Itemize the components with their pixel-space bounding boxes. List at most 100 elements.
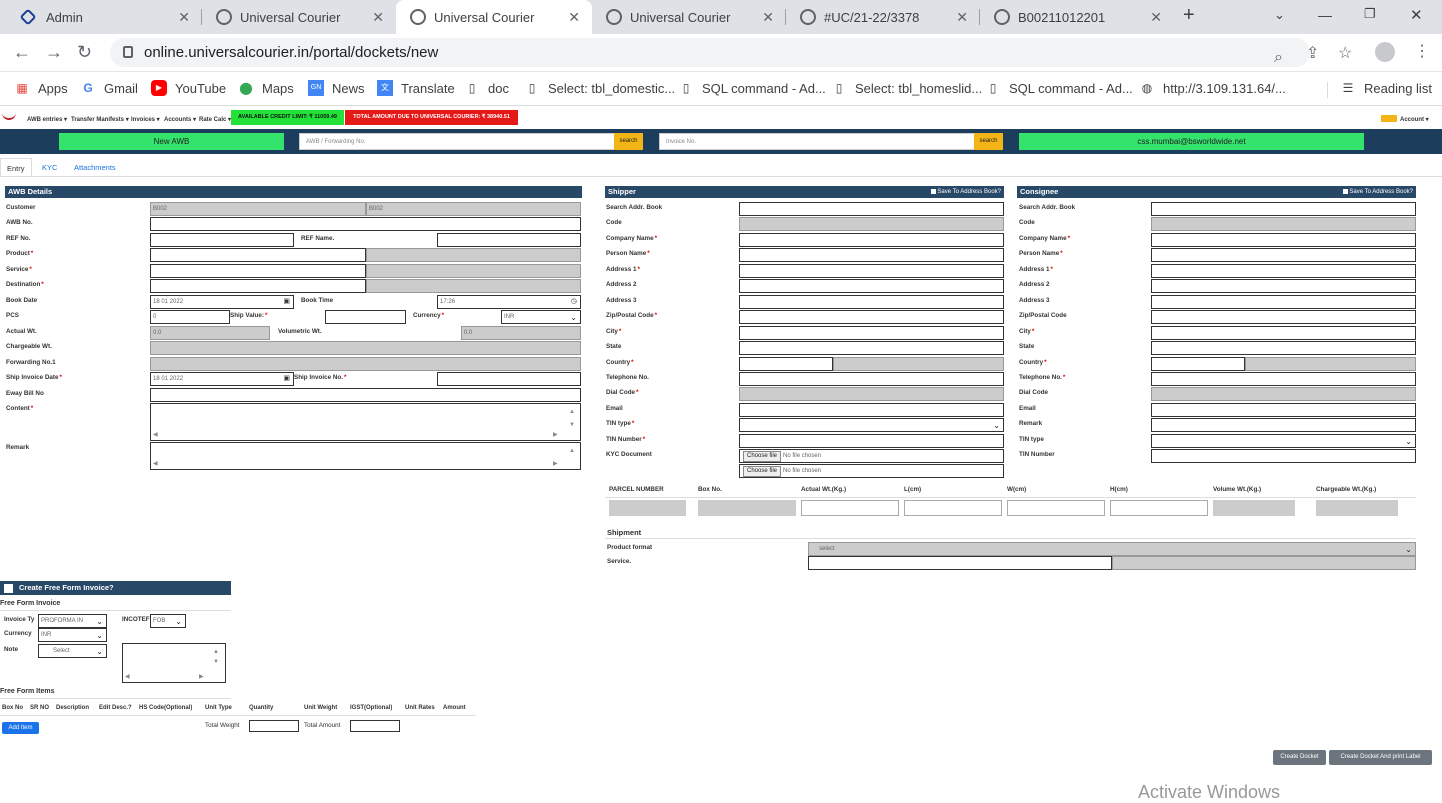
zoom-icon[interactable]: ⌕ <box>1274 43 1283 72</box>
create-docket-button[interactable]: Create Docket <box>1273 750 1326 765</box>
shipper-email-input[interactable] <box>739 402 1004 417</box>
close-icon[interactable]: ✕ <box>1150 9 1162 26</box>
parcel-actual-wt-kg-input[interactable] <box>801 500 899 516</box>
close-icon[interactable]: ✕ <box>956 9 968 26</box>
shipment-service-input[interactable] <box>808 556 1112 570</box>
ship-value-input[interactable] <box>325 310 406 324</box>
menu-accounts[interactable]: Accounts ▾ <box>164 116 196 123</box>
menu-invoices[interactable]: Invoices ▾ <box>131 116 160 123</box>
choose-file-button[interactable]: Choose file <box>743 451 782 463</box>
new-awb-button[interactable]: New AWB <box>59 133 284 150</box>
parcel-l-cm-input[interactable] <box>904 500 1002 516</box>
scroll-left-icon[interactable]: ◀ <box>153 458 158 469</box>
bookmark-news[interactable]: GN News <box>308 80 365 96</box>
bookmark-apps[interactable]: ▦ Apps <box>14 80 67 96</box>
invoice-currency-select[interactable]: INR ⌄ <box>38 628 107 642</box>
menu-awb-entries[interactable]: AWB entries ▾ <box>27 116 67 123</box>
eway-bill-input[interactable] <box>150 388 581 402</box>
note-select[interactable]: Select ⌄ <box>38 644 107 658</box>
consignee-address-2-input[interactable] <box>1151 279 1416 294</box>
calendar-icon[interactable]: ▣ <box>283 296 290 308</box>
awb-search-input[interactable]: AWB / Forwarding No. <box>299 133 615 150</box>
shipper-country-input[interactable] <box>739 356 833 371</box>
bookmark-ip-address[interactable]: ◍ http://3.109.131.64/... <box>1139 80 1286 96</box>
consignee-telephone-no-input[interactable] <box>1151 371 1416 386</box>
new-tab-button[interactable]: + <box>1183 4 1195 27</box>
back-arrow-icon[interactable]: ← <box>13 42 31 63</box>
invoice-search-button[interactable]: search <box>974 133 1003 150</box>
destination-input[interactable] <box>150 279 366 293</box>
tab-kyc[interactable]: KYC <box>36 158 63 177</box>
minimize-icon[interactable]: — <box>1318 7 1332 23</box>
currency-select[interactable]: INR ⌄ <box>501 310 581 324</box>
forward-arrow-icon[interactable]: → <box>45 42 63 63</box>
shipper-search-addr-book-input[interactable] <box>739 202 1004 216</box>
bookmark-select-homeslid[interactable]: ▯ Select: tbl_homeslid... <box>831 80 983 96</box>
bookmark-youtube[interactable]: ▶ YouTube <box>151 80 226 96</box>
close-icon[interactable]: ✕ <box>178 9 190 26</box>
consignee-state-input[interactable] <box>1151 341 1416 356</box>
browser-tab-universal-courier-3[interactable]: Universal Courier ✕ <box>592 0 786 34</box>
reading-list-button[interactable]: ☰ Reading list <box>1340 80 1432 96</box>
remark-textarea[interactable]: ◀ ▶ ▲ <box>150 442 581 470</box>
scroll-left-icon[interactable]: ◀ <box>125 671 130 682</box>
ship-invoice-date-input[interactable]: 18 01 2022 ▣ <box>150 372 294 386</box>
shipper-address-2-input[interactable] <box>739 279 1004 294</box>
consignee-tin-type-select[interactable]: ⌄ <box>1151 433 1416 448</box>
shipper-save-address-checkbox[interactable]: Save To Address Book? <box>931 186 1001 198</box>
shipper-address-1-input[interactable] <box>739 263 1004 278</box>
book-time-input[interactable]: 17:26 ◷ <box>437 295 581 309</box>
total-amount-input[interactable] <box>350 720 400 732</box>
consignee-email-input[interactable] <box>1151 402 1416 417</box>
create-invoice-checkbox[interactable] <box>4 583 13 593</box>
bookmark-gmail[interactable]: G Gmail <box>80 80 138 96</box>
shipper-company-name-input[interactable] <box>739 232 1004 247</box>
shipper-tin-type-select[interactable]: ⌄ <box>739 418 1004 433</box>
incoterm-select[interactable]: FOB ⌄ <box>150 614 186 628</box>
user-email-button[interactable]: css.mumbai@bsworldwide.net <box>1019 133 1364 150</box>
bookmark-star-icon[interactable]: ☆ <box>1338 43 1352 63</box>
window-close-icon[interactable]: ✕ <box>1410 6 1423 24</box>
parcel-w-cm-input[interactable] <box>1007 500 1105 516</box>
consignee-zip-postal-code-input[interactable] <box>1151 310 1416 325</box>
consignee-save-address-checkbox[interactable]: Save To Address Book? <box>1343 186 1413 198</box>
menu-rate-calc[interactable]: Rate Calc ▾ <box>199 116 231 123</box>
shipper-kyc-file-input[interactable]: Choose file No file chosen <box>739 464 1004 479</box>
invoice-search-input[interactable]: Invoice No. <box>659 133 975 150</box>
consignee-address-1-input[interactable] <box>1151 263 1416 278</box>
bookmark-maps[interactable]: ⬤ Maps <box>238 80 294 96</box>
address-bar[interactable]: online.universalcourier.in/portal/docket… <box>110 38 1310 67</box>
book-date-input[interactable]: 18 01 2022 ▣ <box>150 295 294 309</box>
shipper-tin-number-input[interactable] <box>739 433 1004 448</box>
shipper-person-name-input[interactable] <box>739 248 1004 263</box>
browser-tab-docket[interactable]: B00211012201 ✕ <box>980 0 1174 34</box>
close-icon[interactable]: ✕ <box>568 9 580 26</box>
profile-avatar-icon[interactable] <box>1375 42 1395 62</box>
bookmark-sql-command-1[interactable]: ▯ SQL command - Ad... <box>678 80 826 96</box>
product-input[interactable] <box>150 248 366 262</box>
invoice-type-select[interactable]: PROFORMA IN ⌄ <box>38 614 107 628</box>
add-item-button[interactable]: Add Item <box>2 722 39 734</box>
tab-search-chevron-icon[interactable]: ⌄ <box>1274 7 1285 23</box>
product-format-select[interactable]: select ⌄ <box>808 542 1416 556</box>
calendar-icon[interactable]: ▣ <box>283 373 290 385</box>
browser-tab-invoice[interactable]: #UC/21-22/3378 ✕ <box>786 0 980 34</box>
reload-icon[interactable]: ↻ <box>77 42 92 63</box>
kebab-menu-icon[interactable]: ⋮ <box>1414 41 1430 61</box>
consignee-country-input[interactable] <box>1151 356 1245 371</box>
ref-no-input[interactable] <box>150 233 294 247</box>
bookmark-select-domestic[interactable]: ▯ Select: tbl_domestic... <box>524 80 675 96</box>
clock-icon[interactable]: ◷ <box>571 296 577 308</box>
total-weight-input[interactable] <box>249 720 299 732</box>
shipper-address-3-input[interactable] <box>739 294 1004 309</box>
browser-tab-universal-courier-active[interactable]: Universal Courier ✕ <box>396 0 592 34</box>
ref-name-input[interactable] <box>437 233 581 247</box>
shipper-city-input[interactable] <box>739 325 1004 340</box>
shipper-kyc-file-input[interactable]: Choose file No file chosen <box>739 449 1004 464</box>
close-icon[interactable]: ✕ <box>762 9 774 26</box>
account-menu[interactable]: Account ▾ <box>1400 116 1429 123</box>
consignee-person-name-input[interactable] <box>1151 248 1416 263</box>
bookmark-doc[interactable]: ▯ doc <box>464 80 509 96</box>
consignee-remark-input[interactable] <box>1151 418 1416 433</box>
shipper-state-input[interactable] <box>739 341 1004 356</box>
